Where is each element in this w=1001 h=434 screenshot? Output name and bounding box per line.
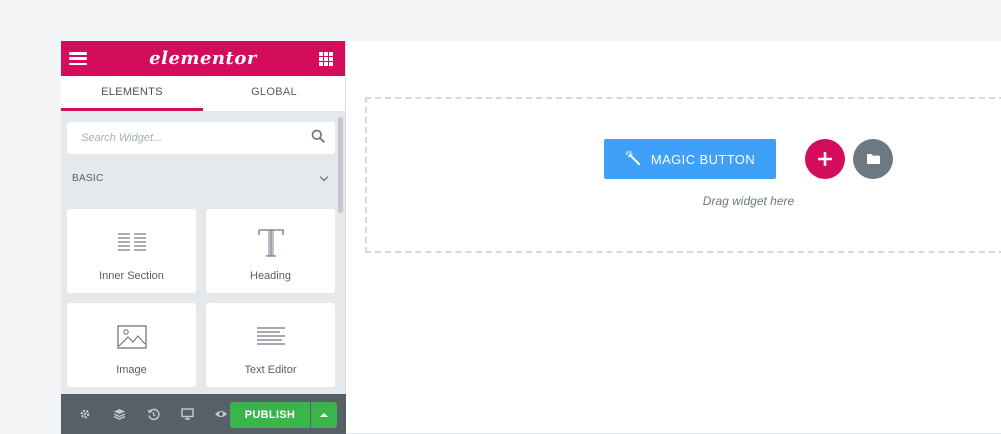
widget-label: Image	[116, 364, 147, 376]
widget-label: Heading	[250, 270, 291, 282]
navigator-icon[interactable]	[102, 408, 136, 420]
settings-icon[interactable]	[68, 408, 102, 420]
panel-scrollbar[interactable]	[338, 117, 343, 213]
folder-icon	[866, 154, 880, 164]
menu-icon[interactable]	[69, 52, 87, 65]
chevron-down-icon	[319, 172, 329, 181]
magic-button-label: MAGIC BUTTON	[650, 151, 756, 167]
publish-button[interactable]: PUBLISH	[230, 402, 310, 428]
publish-options-button[interactable]	[311, 402, 337, 428]
editor-canvas: MAGIC BUTTON Drag widget here	[346, 41, 1001, 434]
widget-text-editor[interactable]: Text Editor	[206, 303, 335, 387]
tab-global[interactable]: GLOBAL	[203, 76, 345, 111]
panel-footer: PUBLISH	[61, 394, 346, 434]
search-icon[interactable]	[311, 129, 325, 148]
responsive-mode-icon[interactable]	[170, 408, 204, 420]
editor-panel: elementor ELEMENTS GLOBAL BASIC Inner Se…	[61, 41, 346, 434]
elementor-logo: elementor	[149, 48, 257, 69]
add-template-button[interactable]	[853, 139, 893, 179]
text-editor-icon	[256, 319, 286, 355]
drag-widget-hint: Drag widget here	[702, 194, 795, 208]
widget-label: Inner Section	[99, 270, 164, 282]
plus-icon	[818, 152, 832, 166]
caret-up-icon	[320, 413, 328, 417]
widget-image[interactable]: Image	[67, 303, 196, 387]
category-basic[interactable]: BASIC	[72, 172, 330, 184]
tab-elements[interactable]: ELEMENTS	[61, 76, 203, 111]
add-section-button[interactable]	[805, 139, 845, 179]
image-icon	[116, 319, 147, 355]
category-label: BASIC	[72, 173, 104, 184]
magic-wand-icon	[625, 150, 641, 169]
search-input[interactable]	[81, 132, 311, 144]
search-box	[67, 122, 335, 154]
panel-tabs: ELEMENTS GLOBAL	[61, 76, 345, 111]
widget-heading[interactable]: Heading	[206, 209, 335, 293]
widget-label: Text Editor	[244, 364, 297, 376]
widgets-grid-icon[interactable]	[318, 51, 333, 66]
history-icon[interactable]	[136, 408, 170, 421]
inner-section-icon	[117, 225, 147, 261]
panel-header: elementor	[61, 41, 345, 76]
heading-icon	[257, 225, 285, 261]
widget-inner-section[interactable]: Inner Section	[67, 209, 196, 293]
magic-button[interactable]: MAGIC BUTTON	[604, 139, 776, 179]
